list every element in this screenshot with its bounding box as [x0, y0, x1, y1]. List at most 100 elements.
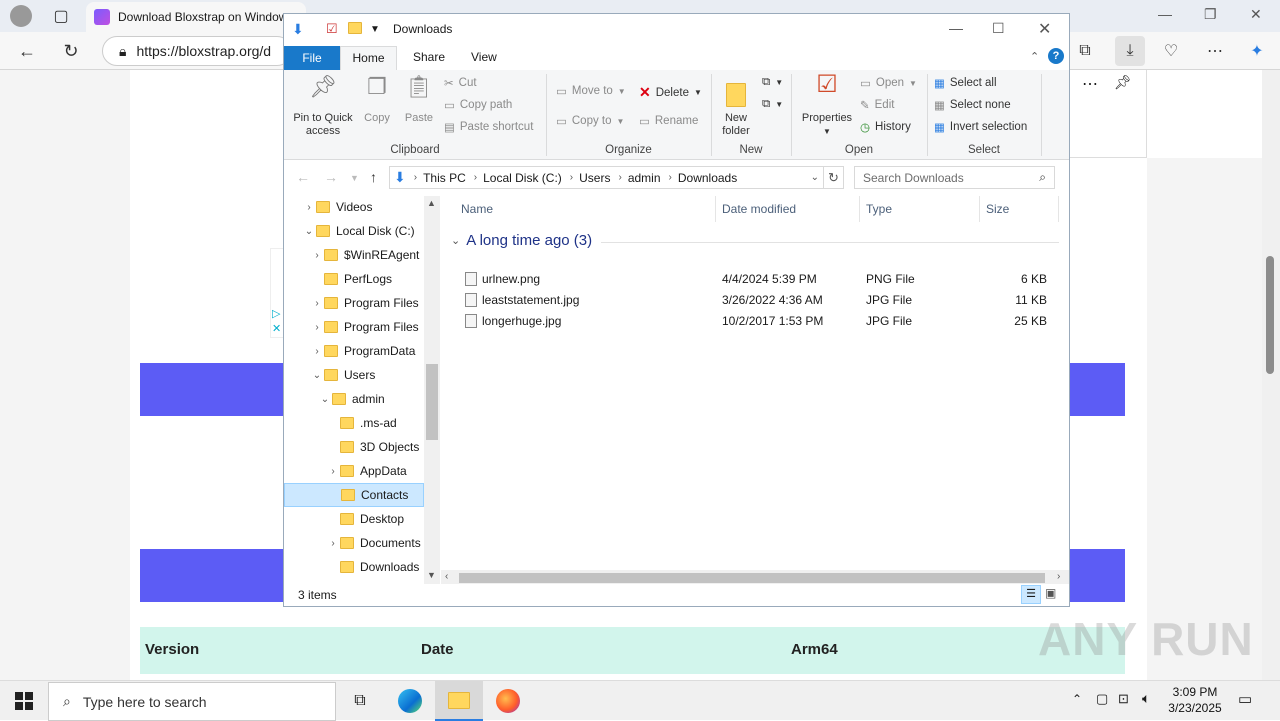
- more-options-icon[interactable]: ⋯: [1204, 40, 1226, 62]
- file-explorer-taskbar-icon[interactable]: [435, 681, 483, 721]
- forward-arrow-icon[interactable]: →: [324, 169, 338, 185]
- column-type[interactable]: Type: [866, 202, 892, 216]
- explorer-minimize-icon[interactable]: —: [949, 20, 963, 36]
- edit-button[interactable]: ✎ Edit: [860, 98, 894, 112]
- tree-item[interactable]: ⌄ admin: [284, 387, 424, 411]
- ribbon-tab-view[interactable]: View: [471, 50, 497, 64]
- search-downloads-input[interactable]: Search Downloads ⌕: [854, 166, 1055, 189]
- hscroll-right-icon[interactable]: ›: [1057, 571, 1060, 582]
- open-button[interactable]: ▭ Open ▼: [860, 76, 917, 90]
- copilot-icon[interactable]: ✦: [1246, 40, 1268, 62]
- expand-chevron-icon[interactable]: ›: [310, 322, 324, 333]
- column-name[interactable]: Name: [461, 202, 493, 216]
- address-history-dropdown-icon[interactable]: ⌄: [811, 172, 819, 183]
- expand-chevron-icon[interactable]: ⌄: [318, 394, 332, 405]
- tree-item[interactable]: 3D Objects: [284, 435, 424, 459]
- file-row[interactable]: leaststatement.jpg 3/26/2022 4:36 AM JPG F…: [457, 290, 1057, 311]
- column-date-modified[interactable]: Date modified: [722, 202, 796, 216]
- ad-choices-icon[interactable]: ▷: [272, 307, 280, 320]
- group-header[interactable]: ⌄ A long time ago (3): [451, 232, 592, 249]
- download-button-left-2[interactable]: [140, 549, 284, 602]
- network-icon[interactable]: ⊡: [1118, 691, 1129, 707]
- expand-chevron-icon[interactable]: ›: [326, 466, 340, 477]
- new-folder-qat-icon[interactable]: [348, 21, 368, 37]
- column-separator[interactable]: [1058, 196, 1059, 222]
- group-collapse-icon[interactable]: ⌄: [451, 234, 460, 247]
- download-button-right[interactable]: [1069, 363, 1125, 416]
- tree-item[interactable]: › ProgramData: [284, 339, 424, 363]
- new-item-button[interactable]: ⧉ ▼: [762, 76, 783, 89]
- taskbar-search-box[interactable]: ⌕ Type here to search: [48, 682, 336, 721]
- back-icon[interactable]: ←: [16, 40, 38, 62]
- collections-icon[interactable]: ⧉: [1074, 40, 1096, 62]
- flyout-more-icon[interactable]: ⋯: [1082, 74, 1098, 94]
- details-view-icon[interactable]: ☰: [1021, 585, 1041, 604]
- explorer-maximize-icon[interactable]: ☐: [992, 20, 1005, 37]
- reload-icon[interactable]: ↻: [60, 40, 82, 62]
- column-separator[interactable]: [859, 196, 860, 222]
- nav-pane-scrollbar[interactable]: ▲ ▼: [424, 196, 440, 584]
- expand-chevron-icon[interactable]: ›: [310, 346, 324, 357]
- tree-item[interactable]: ⌄ Users: [284, 363, 424, 387]
- hscroll-left-icon[interactable]: ‹: [445, 571, 448, 582]
- tree-item[interactable]: › AppData: [284, 459, 424, 483]
- nav-scroll-thumb[interactable]: [426, 364, 438, 440]
- help-icon[interactable]: ?: [1048, 48, 1064, 64]
- collapse-ribbon-icon[interactable]: ⌃: [1030, 50, 1039, 63]
- crumb-this-pc[interactable]: This PC: [423, 171, 466, 185]
- column-separator[interactable]: [979, 196, 980, 222]
- select-none-button[interactable]: ▦ Select none: [934, 98, 1011, 112]
- explorer-close-icon[interactable]: ✕: [1038, 19, 1051, 39]
- nav-scroll-down-icon[interactable]: ▼: [427, 570, 436, 580]
- move-to-button[interactable]: ▭ Move to ▼: [556, 84, 626, 98]
- tree-item[interactable]: › Documents: [284, 531, 424, 555]
- expand-chevron-icon[interactable]: ›: [310, 250, 324, 261]
- copy-button[interactable]: ❐ Copy: [360, 76, 394, 125]
- pin-quick-access-button[interactable]: 📌︎ Pin to Quick access: [290, 76, 356, 138]
- crumb-users[interactable]: Users: [579, 171, 610, 185]
- download-button-left[interactable]: [140, 363, 284, 416]
- ribbon-tab-file[interactable]: File: [284, 46, 340, 70]
- properties-button[interactable]: ☑ Properties ▼: [798, 73, 856, 138]
- back-arrow-icon[interactable]: ←: [296, 169, 310, 185]
- tree-item[interactable]: Desktop: [284, 507, 424, 531]
- paste-shortcut-button[interactable]: ▤ Paste shortcut: [444, 120, 533, 134]
- select-all-button[interactable]: ▦ Select all: [934, 76, 997, 90]
- rename-button[interactable]: ▭ Rename: [639, 114, 698, 128]
- start-windows-icon[interactable]: [0, 681, 48, 721]
- delete-button[interactable]: ✕ Delete ▼: [639, 84, 702, 101]
- system-clock[interactable]: 3:09 PM 3/23/2025: [1160, 684, 1230, 716]
- history-button[interactable]: ◷ History: [860, 120, 911, 134]
- address-breadcrumb[interactable]: ⬇ › This PC › Local Disk (C:) › Users › …: [389, 166, 824, 189]
- tree-item[interactable]: .ms-ad: [284, 411, 424, 435]
- task-view-icon[interactable]: ⧉: [336, 681, 384, 721]
- expand-chevron-icon[interactable]: ›: [326, 538, 340, 549]
- column-size[interactable]: Size: [986, 202, 1009, 216]
- file-row[interactable]: longerhuge.jpg 10/2/2017 1:53 PM JPG File 2…: [457, 311, 1057, 332]
- tree-item[interactable]: Downloads: [284, 555, 424, 579]
- address-bar[interactable]: 🔒︎ https://bloxstrap.org/d: [102, 36, 292, 66]
- invert-selection-button[interactable]: ▦ Invert selection: [934, 120, 1027, 134]
- expand-chevron-icon[interactable]: ⌄: [310, 370, 324, 381]
- ribbon-tab-home[interactable]: Home: [340, 46, 397, 71]
- nav-scroll-up-icon[interactable]: ▲: [427, 198, 436, 208]
- copy-to-button[interactable]: ▭ Copy to ▼: [556, 114, 624, 128]
- tree-item[interactable]: Contacts: [284, 483, 424, 507]
- firefox-icon[interactable]: [484, 681, 532, 721]
- page-scroll-thumb[interactable]: [1266, 256, 1274, 374]
- hscroll-thumb[interactable]: [459, 573, 1045, 583]
- tree-item[interactable]: › Program Files: [284, 315, 424, 339]
- profile-avatar-icon[interactable]: [10, 5, 32, 27]
- browser-minimize-icon[interactable]: —: [1158, 6, 1172, 22]
- large-icons-view-icon[interactable]: ▣: [1045, 586, 1056, 600]
- browser-restore-icon[interactable]: ❐: [1204, 6, 1217, 23]
- expand-chevron-icon[interactable]: ›: [310, 298, 324, 309]
- copy-path-button[interactable]: ▭ Copy path: [444, 98, 512, 112]
- crumb-admin[interactable]: admin: [628, 171, 661, 185]
- easy-access-button[interactable]: ⧉ ▼: [762, 98, 783, 111]
- ad-close-icon[interactable]: ✕: [272, 322, 281, 335]
- tree-item[interactable]: PerfLogs: [284, 267, 424, 291]
- page-scrollbar[interactable]: [1262, 70, 1280, 680]
- crumb-local-disk[interactable]: Local Disk (C:): [483, 171, 562, 185]
- tree-item[interactable]: › Videos: [284, 196, 424, 219]
